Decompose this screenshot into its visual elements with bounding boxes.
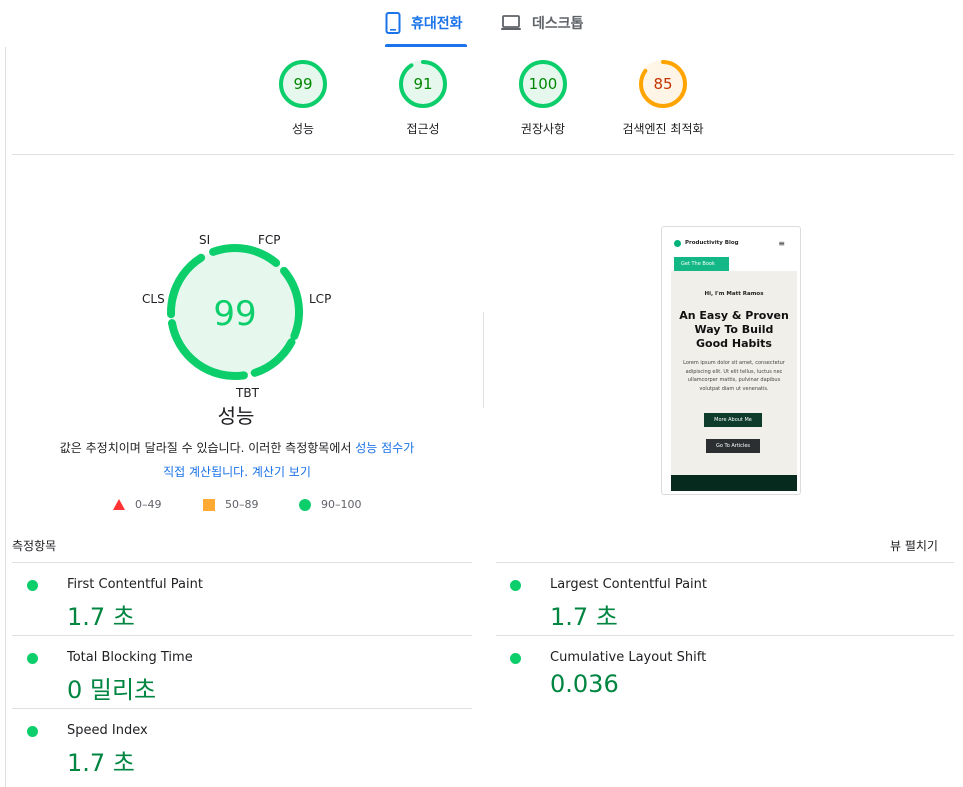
metric-name: First Contentful Paint: [67, 577, 203, 592]
category-gauge[interactable]: 91: [398, 59, 448, 109]
tab-desktop[interactable]: 데스크톱: [500, 0, 584, 46]
metric-divider: [496, 562, 954, 563]
metric-divider: [496, 635, 954, 636]
pass-dot-icon: [27, 726, 38, 737]
tab-desktop-label: 데스크톱: [532, 16, 584, 32]
metric-value: 0 밀리초: [67, 676, 157, 704]
screenshot-content: Productivity Blog ≡ Get The Book Hi, I'm…: [671, 227, 797, 494]
brand-name: Productivity Blog: [685, 240, 739, 246]
pass-dot-icon: [27, 580, 38, 591]
metric-name: Cumulative Layout Shift: [550, 650, 707, 665]
category-label: 검색엔진 최적화: [622, 122, 704, 136]
metric-value: 1.7 초: [550, 603, 618, 631]
circle-icon: [299, 498, 311, 511]
metric-divider: [12, 562, 472, 563]
category-score: 85: [653, 75, 672, 93]
legend-fail-range: 0–49: [135, 498, 162, 511]
laptop-icon: [501, 15, 521, 30]
metric-value: 1.7 초: [67, 749, 135, 777]
get-book-tab: Get The Book: [674, 257, 729, 271]
category-label: 권장사항: [520, 122, 566, 136]
performance-gauge[interactable]: 99: [150, 225, 320, 415]
brand-logo-icon: [674, 240, 681, 247]
get-book-label: Get The Book: [681, 261, 715, 267]
legend-pass-range: 90–100: [321, 498, 362, 511]
legend-fail: 0–49: [113, 498, 162, 511]
category-label: 성능: [291, 122, 315, 136]
legend-average-range: 50–89: [225, 498, 259, 511]
category-gauge[interactable]: 85: [638, 59, 688, 109]
metrics-title: 측정항목: [12, 539, 57, 553]
metric-name: Largest Contentful Paint: [550, 577, 708, 592]
category-gauge[interactable]: 100: [518, 59, 568, 109]
screenshot-footer: [671, 475, 797, 491]
tab-mobile[interactable]: 휴대전화: [385, 0, 463, 46]
description-text: 값은 추정치이며 달라질 수 있습니다. 이러한 측정항목에서: [59, 441, 356, 455]
hero-body: Lorem ipsum dolor sit amet, consectetur …: [683, 360, 785, 392]
calculated-directly-link[interactable]: 직접 계산됩니다.: [163, 465, 248, 479]
gauge-label-si: SI: [199, 233, 211, 247]
performance-score: 99: [213, 294, 256, 334]
category-label: 접근성: [406, 122, 440, 136]
metric-name: Total Blocking Time: [67, 650, 193, 665]
category-score: 91: [413, 75, 432, 93]
category-gauge[interactable]: 99: [278, 59, 328, 109]
square-icon: [203, 498, 215, 511]
expand-view-toggle[interactable]: 뷰 펼치기: [890, 537, 938, 554]
pass-dot-icon: [510, 580, 521, 591]
legend-pass: 90–100: [299, 498, 362, 511]
gauge-label-cls: CLS: [142, 292, 165, 306]
pass-dot-icon: [510, 653, 521, 664]
hero-greeting: Hi, I'm Matt Ramos: [704, 291, 764, 297]
category-score: 100: [529, 75, 558, 93]
gauge-segment: [167, 286, 179, 319]
hero-headline: An Easy & Proven Way To Build Good Habit…: [679, 309, 789, 350]
perf-score-link[interactable]: 성능 점수가: [355, 441, 414, 455]
metric-value: 1.7 초: [67, 603, 135, 631]
metric-divider: [12, 708, 472, 709]
legend-average: 50–89: [203, 498, 259, 511]
performance-title: 성능: [217, 404, 255, 428]
see-calculator-link[interactable]: 계산기 보기: [252, 465, 311, 479]
gauge-label-tbt: TBT: [236, 386, 259, 400]
left-border: [5, 47, 6, 787]
more-about-me-button: More About Me: [704, 413, 762, 427]
pass-dot-icon: [27, 653, 38, 664]
gauge-label-lcp: LCP: [309, 292, 332, 306]
metric-name: Speed Index: [67, 723, 148, 738]
menu-icon: ≡: [778, 239, 785, 248]
category-score: 99: [293, 75, 312, 93]
phone-icon: [385, 12, 401, 34]
tab-mobile-label: 휴대전화: [411, 16, 463, 32]
go-to-articles-button: Go To Articles: [706, 439, 760, 453]
center-divider: [483, 312, 484, 408]
active-tab-indicator: [385, 44, 467, 47]
category-divider: [12, 154, 954, 155]
gauge-label-fcp: FCP: [258, 233, 281, 247]
metric-divider: [12, 635, 472, 636]
hero-section: Hi, I'm Matt Ramos An Easy & Proven Way …: [671, 271, 797, 475]
page-screenshot[interactable]: Productivity Blog ≡ Get The Book Hi, I'm…: [661, 226, 801, 495]
triangle-icon: [113, 499, 125, 510]
performance-description: 값은 추정치이며 달라질 수 있습니다. 이러한 측정항목에서 성능 점수가 직…: [30, 436, 444, 484]
metric-value: 0.036: [550, 670, 619, 698]
screenshot-header: Productivity Blog ≡: [671, 235, 797, 255]
